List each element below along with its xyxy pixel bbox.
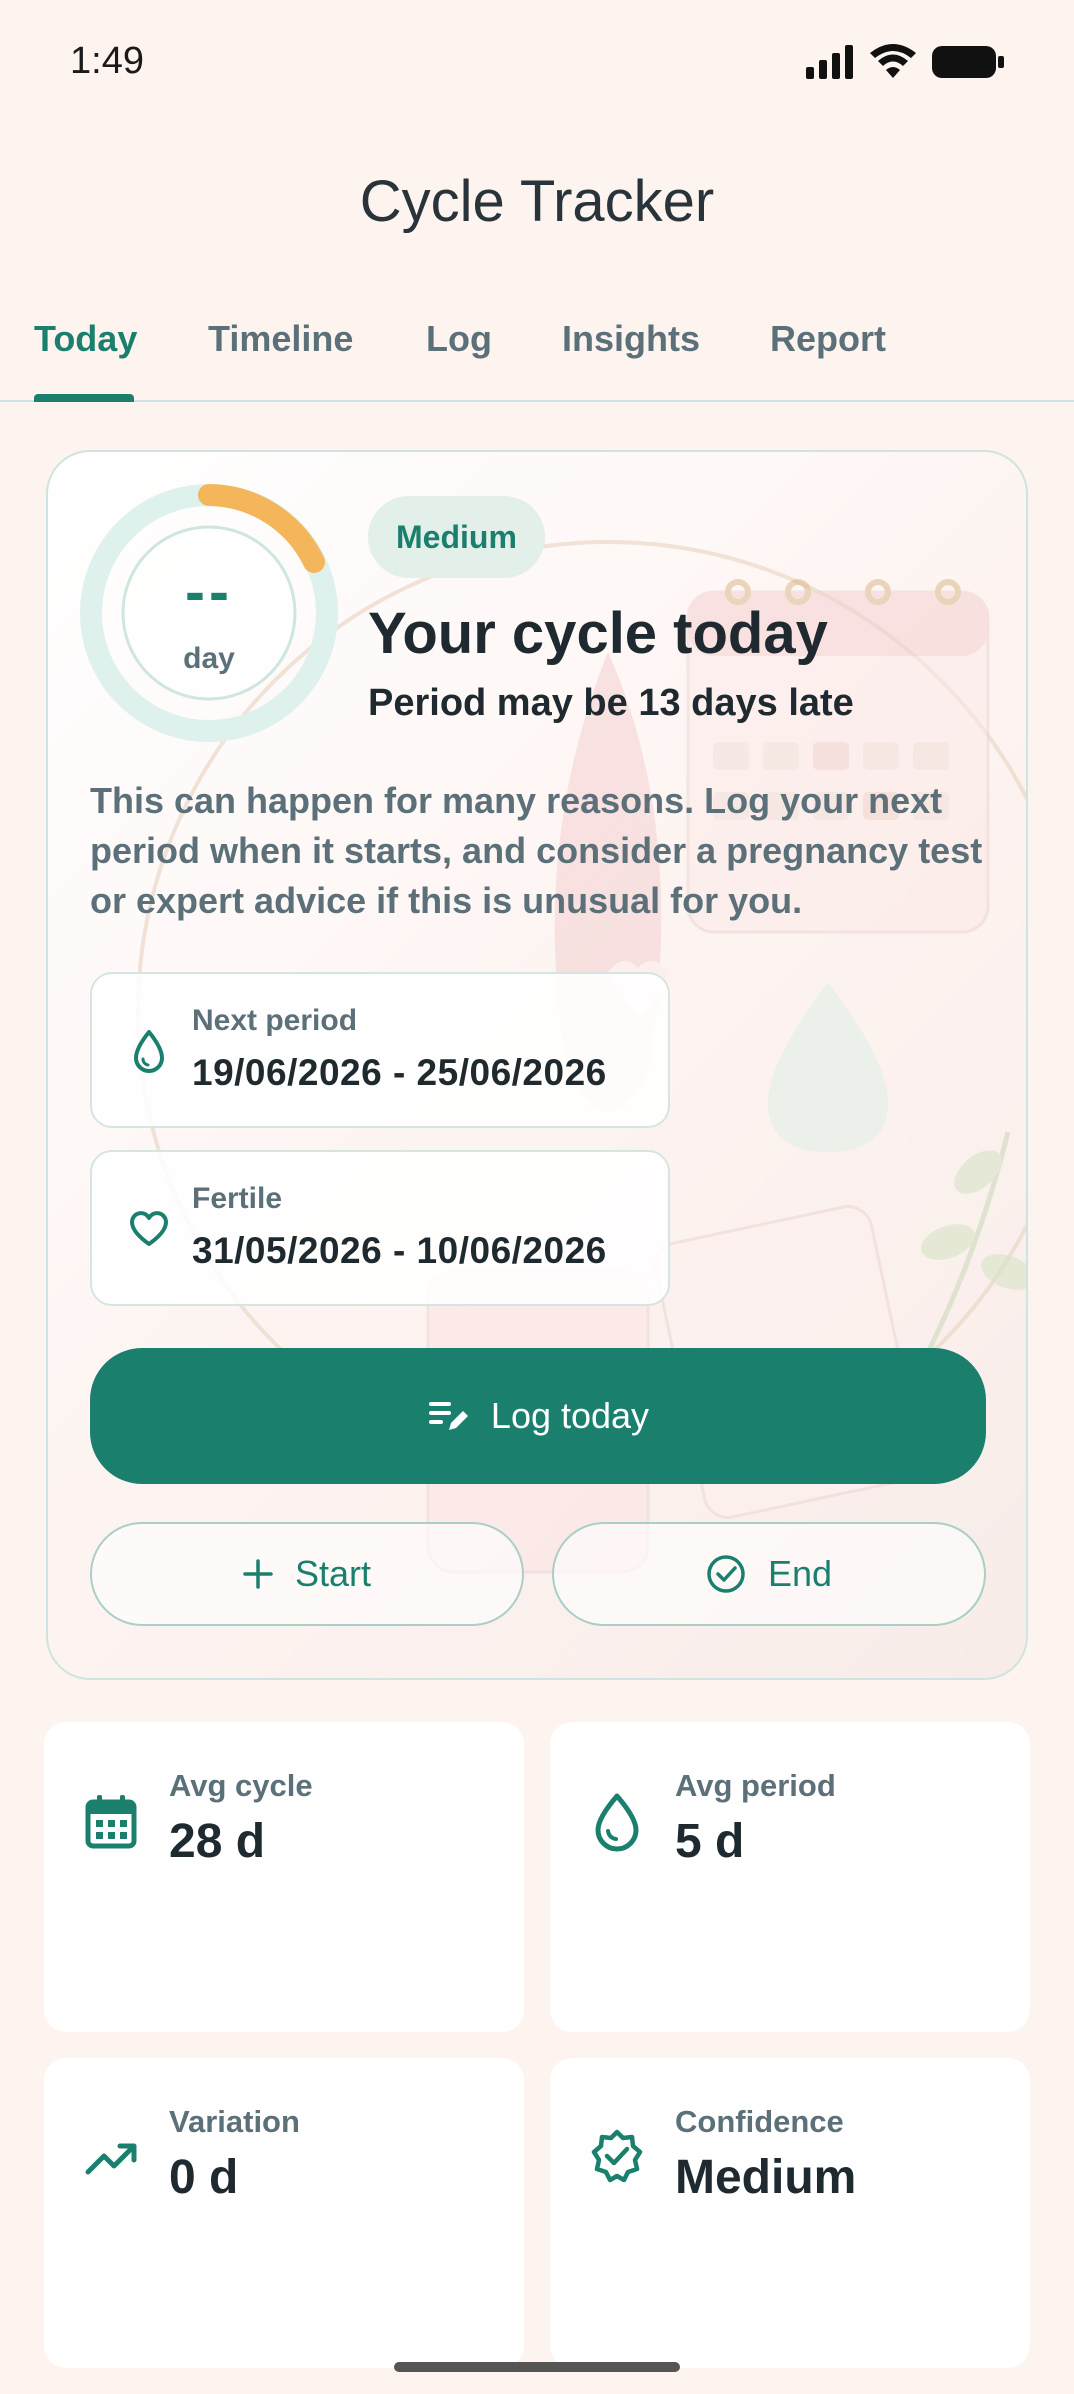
check-circle-icon	[707, 1555, 745, 1593]
end-label: End	[767, 1553, 833, 1594]
active-tab-indicator	[34, 394, 134, 402]
drop-icon	[595, 1793, 639, 1852]
confidence-badge: Medium	[368, 496, 545, 578]
heart-icon	[130, 1211, 168, 1246]
log-today-button[interactable]: Log today	[90, 1348, 986, 1484]
status-bar: 1:49	[0, 0, 1074, 120]
confidence-label: Confidence	[675, 2104, 844, 2139]
log-today-label: Log today	[490, 1395, 650, 1436]
tab-report[interactable]: Report	[770, 318, 886, 360]
variation-label: Variation	[169, 2104, 300, 2139]
edit-note-icon	[428, 1402, 468, 1430]
confidence-card: Confidence Medium	[550, 2058, 1030, 2368]
tab-insights[interactable]: Insights	[562, 318, 700, 360]
cycle-day-unit: day	[183, 642, 235, 675]
drop-icon	[134, 1030, 164, 1073]
signal-icon	[806, 45, 853, 79]
hero-title: Your cycle today	[368, 601, 828, 666]
avg-cycle-label: Avg cycle	[169, 1768, 313, 1803]
wifi-icon	[870, 44, 916, 78]
avg-cycle-card: Avg cycle 28 d	[44, 1722, 524, 2032]
cycle-today-card: -- day Medium Your cycle today Period ma…	[46, 450, 1028, 1680]
fertile-label: Fertile	[192, 1182, 283, 1215]
avg-period-value: 5 d	[675, 1815, 745, 1868]
next-period-label: Next period	[192, 1004, 358, 1037]
home-indicator[interactable]	[394, 2362, 680, 2372]
fertile-card: Fertile 31/05/2026 - 10/06/2026	[90, 1150, 670, 1306]
battery-icon	[932, 46, 1004, 78]
start-period-button[interactable]: Start	[90, 1522, 524, 1626]
variation-card: Variation 0 d	[44, 2058, 524, 2368]
next-period-card: Next period 19/06/2026 - 25/06/2026	[90, 972, 670, 1128]
status-icons	[806, 44, 1004, 80]
fertile-value: 31/05/2026 - 10/06/2026	[192, 1230, 607, 1271]
calendar-icon	[85, 1795, 137, 1849]
confidence-value: Medium	[675, 2151, 857, 2204]
tab-timeline[interactable]: Timeline	[208, 318, 353, 360]
plus-icon	[243, 1559, 273, 1589]
next-period-value: 19/06/2026 - 25/06/2026	[192, 1052, 607, 1093]
hero-description: This can happen for many reasons. Log yo…	[90, 780, 983, 921]
hero-subtitle: Period may be 13 days late	[368, 682, 854, 724]
avg-cycle-value: 28 d	[169, 1815, 266, 1868]
trend-icon	[85, 2143, 137, 2175]
status-time: 1:49	[70, 40, 144, 82]
avg-period-card: Avg period 5 d	[550, 1722, 1030, 2032]
tab-bar: Today Timeline Log Insights Report	[0, 300, 1074, 402]
app-title: Cycle Tracker	[359, 169, 715, 234]
tab-today[interactable]: Today	[34, 318, 137, 360]
verified-badge-icon	[591, 2129, 643, 2183]
variation-value: 0 d	[169, 2151, 239, 2204]
tab-log[interactable]: Log	[426, 318, 492, 360]
cycle-day-value: --	[185, 558, 233, 625]
start-label: Start	[294, 1553, 372, 1594]
end-period-button[interactable]: End	[552, 1522, 986, 1626]
avg-period-label: Avg period	[675, 1768, 836, 1803]
